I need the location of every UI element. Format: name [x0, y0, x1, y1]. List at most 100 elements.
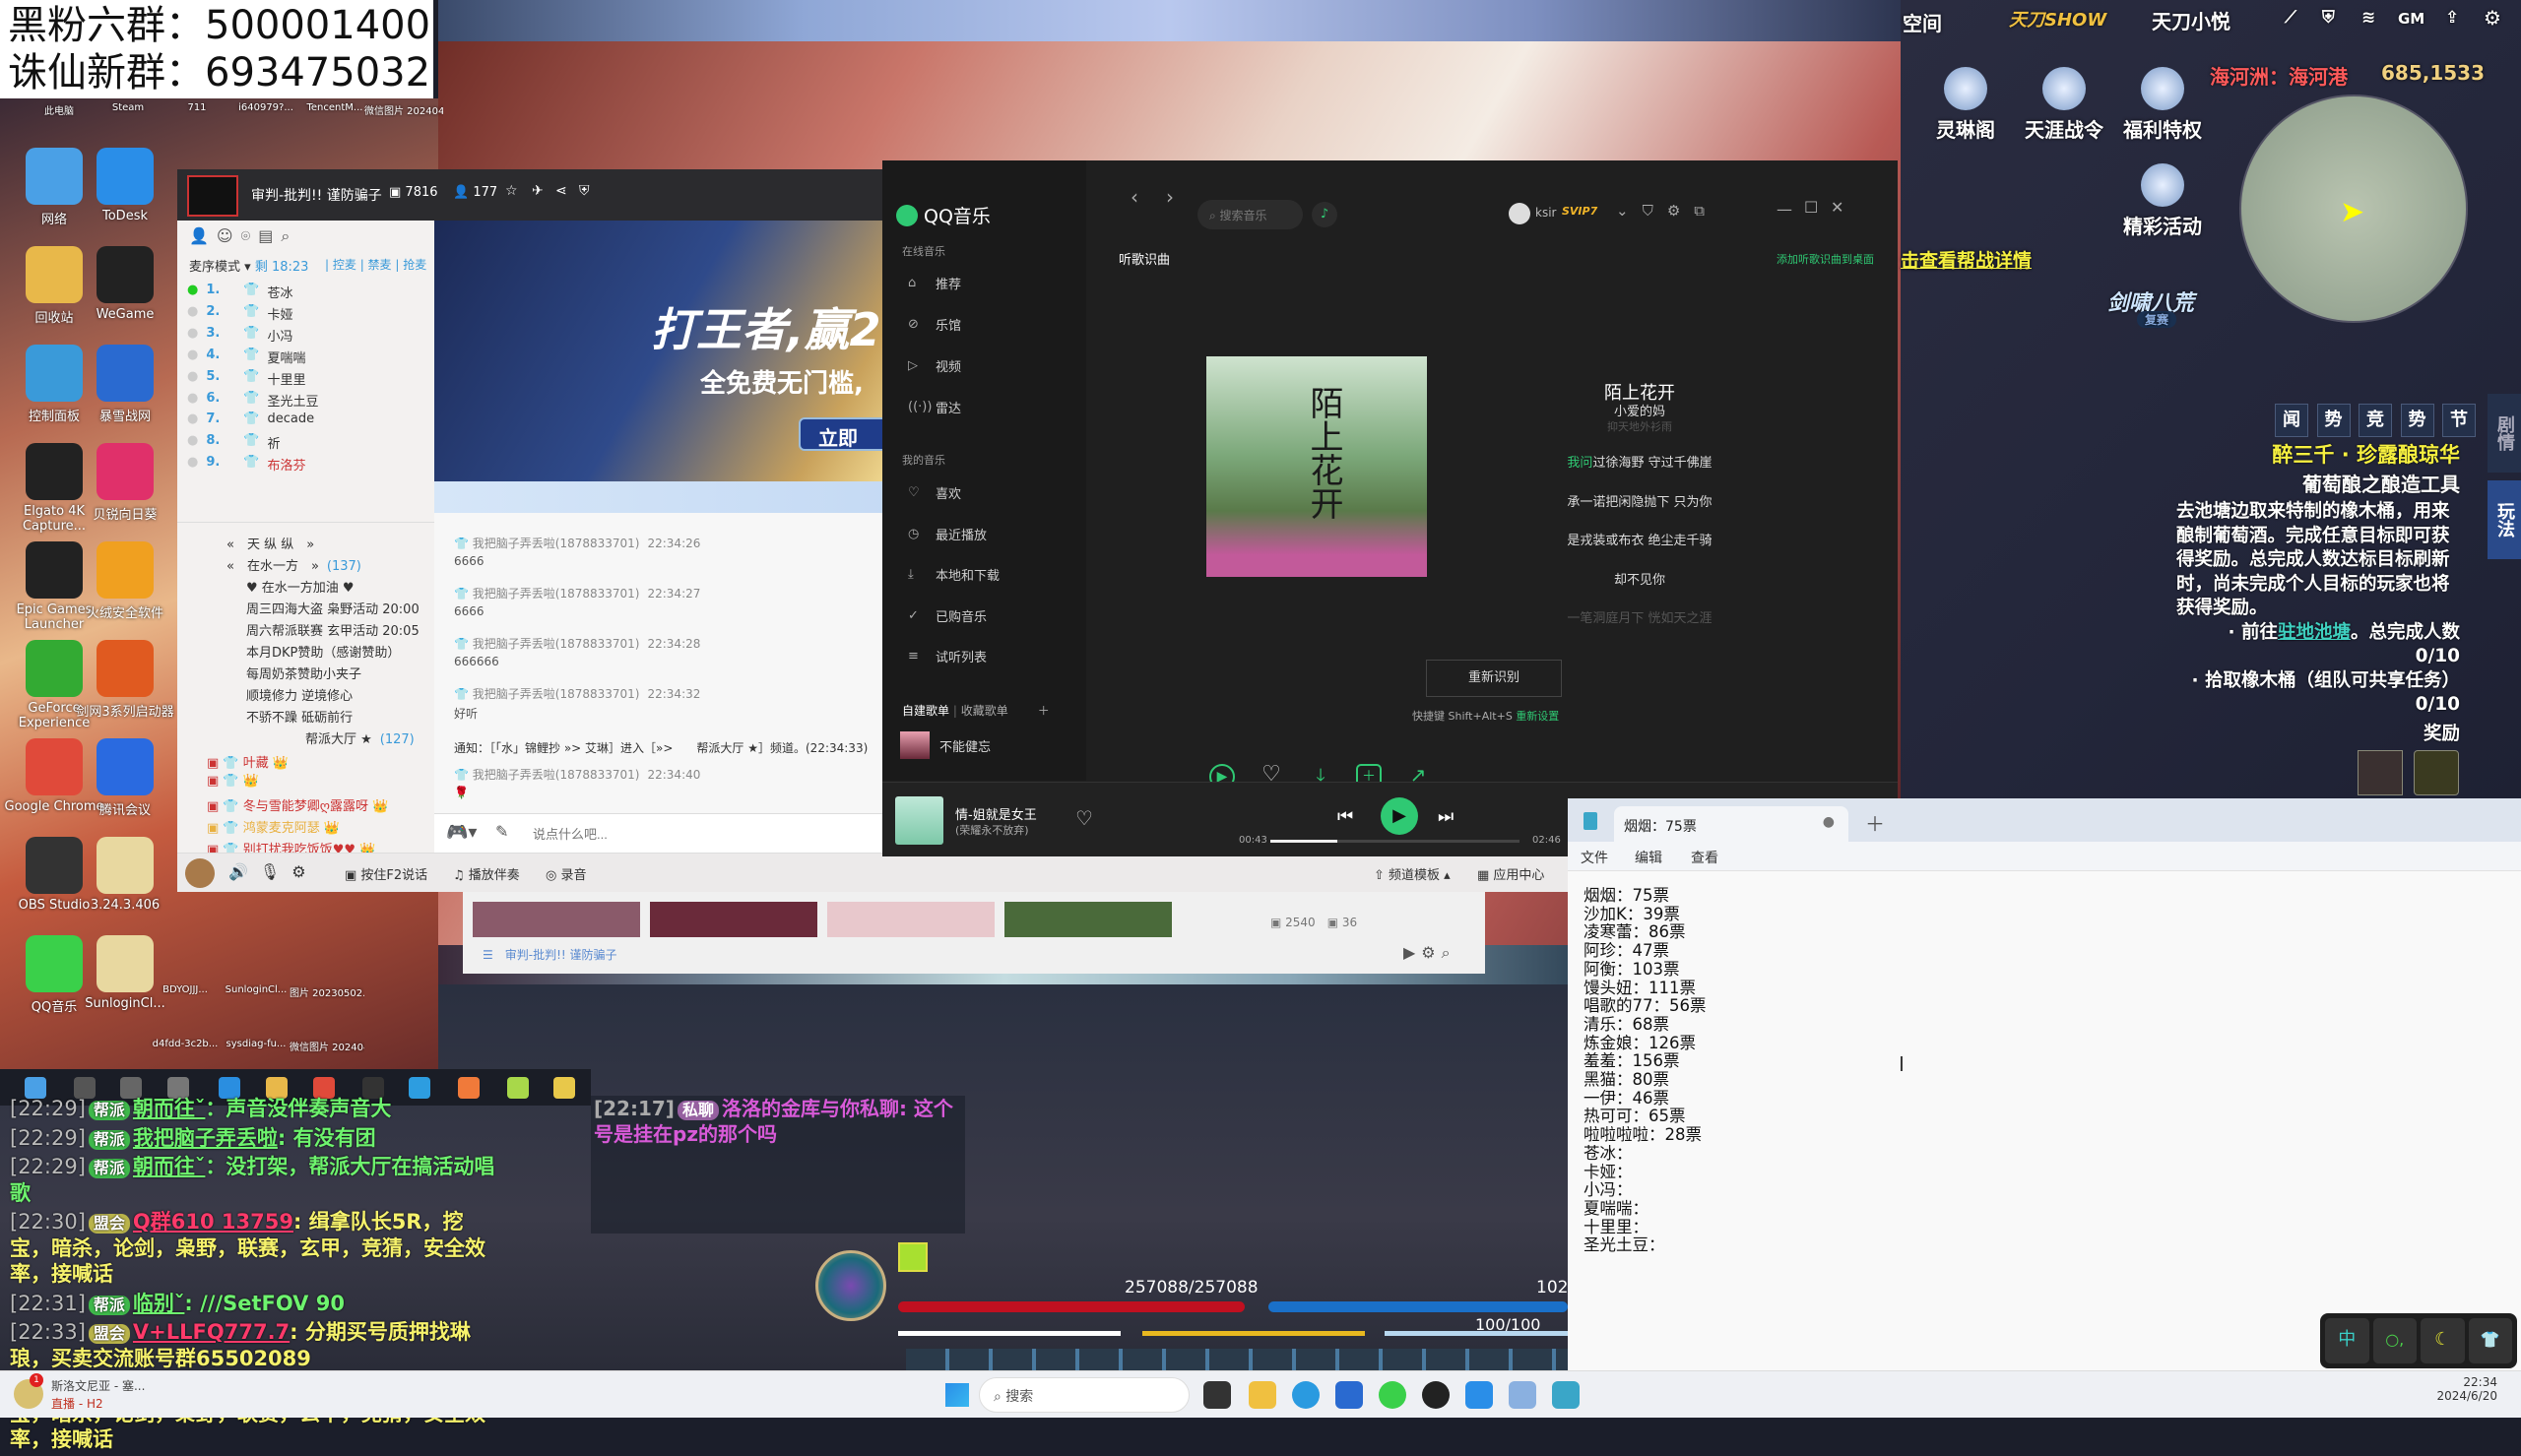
username[interactable]: ksir — [1535, 206, 1556, 220]
minimize-icon[interactable]: — — [1777, 200, 1792, 219]
menu-view[interactable]: 查看 — [1691, 848, 1718, 867]
chat-sender[interactable]: 朝而往ˇ — [133, 1155, 206, 1178]
channel-item[interactable]: « 在水一方 » (137) — [177, 555, 428, 574]
yy-taskbar-icon[interactable] — [553, 1077, 575, 1099]
ad-banner[interactable]: 打王者,赢2 全免费无门槛, 立即 — [434, 221, 887, 481]
taskbar-search[interactable]: ⌕ 搜索 — [979, 1377, 1190, 1413]
desktop-icon[interactable]: 贝锐向日葵 — [71, 443, 179, 523]
audio-controls[interactable]: 🔊🎙⚙ — [228, 862, 318, 881]
user-avatar[interactable] — [185, 858, 215, 888]
record-button[interactable]: ◎ 录音 — [546, 864, 587, 883]
qqmusic-taskbar-icon[interactable] — [507, 1077, 529, 1099]
sidebar-item-0[interactable]: ⌂ 推荐 — [908, 274, 961, 292]
channel-item[interactable]: 顺境修力 逆境修心 — [177, 685, 428, 704]
desktop-icon[interactable]: 暴雪战网 — [71, 345, 179, 424]
channel-item[interactable]: « 天 纵 纵 » — [177, 534, 428, 552]
start-icon[interactable] — [945, 1383, 969, 1407]
desktop-icon[interactable]: d4fdd-3c2b... — [148, 1039, 223, 1049]
task-view-icon[interactable] — [1203, 1381, 1231, 1409]
add-playlist-icon[interactable]: ＋ — [1038, 704, 1050, 718]
quest-tab-4[interactable]: 节 — [2442, 404, 2476, 437]
like-icon[interactable]: ♡ — [1075, 806, 1093, 830]
sidebar-item-mine-1[interactable]: ◷ 最近播放 — [908, 525, 987, 543]
quest-tab-1[interactable]: 势 — [2316, 404, 2351, 437]
recognize-music-icon[interactable]: ♪ — [1312, 202, 1337, 227]
desktop-icon[interactable]: BDYOJJJ... — [148, 984, 223, 995]
new-tab-button[interactable]: ＋ — [1865, 808, 1885, 837]
gm-button[interactable]: GM — [2398, 10, 2424, 28]
hud-menu-0[interactable]: 灵琳阁 — [1920, 67, 2011, 143]
sidebar-item-2[interactable]: ▷ 视频 — [908, 356, 961, 375]
quest-tab-3[interactable]: 势 — [2400, 404, 2434, 437]
sidebar-item-mine-0[interactable]: ♡ 喜欢 — [908, 483, 961, 502]
desktop-icon[interactable]: WeGame — [71, 246, 179, 322]
side-tab-gameplay[interactable]: 玩法 — [2488, 480, 2521, 559]
previous-icon[interactable]: ⏮ — [1337, 806, 1353, 827]
rerecognize-button[interactable]: 重新识别 — [1426, 660, 1562, 697]
channel-item[interactable]: 帮派大厅 ★ (127) — [177, 728, 428, 747]
chat-sender[interactable]: 朝而往ˇ — [133, 1097, 206, 1120]
mic-queue-item[interactable]: ● 6. 👕 圣光土豆 — [187, 391, 319, 410]
desktop-icon[interactable]: SunloginCl... — [71, 935, 179, 1011]
mic-queue-item[interactable]: ● 9. 👕 布洛芬 — [187, 455, 306, 474]
forward-icon[interactable]: › — [1166, 185, 1174, 209]
edge-icon[interactable] — [1292, 1381, 1320, 1409]
channel-item[interactable]: 周六帮派联赛 玄甲活动 20:05 — [177, 620, 428, 639]
channel-item[interactable]: ♥ 在水一方加油 ♥ — [177, 577, 428, 596]
hud-menu-2[interactable]: 福利特权 — [2117, 67, 2208, 143]
skill-bar[interactable] — [906, 1349, 1568, 1370]
mic-mode-select[interactable]: 麦序模式 ▾ 剩 18:23 — [189, 256, 308, 275]
mic-control-link[interactable]: 控麦 — [333, 258, 356, 272]
shield-icon[interactable]: ⛨ — [579, 183, 590, 199]
now-playing-title[interactable]: 情-姐就是女王 — [955, 804, 1037, 823]
desktop-icon[interactable]: TencentM... — [295, 102, 374, 113]
guild-war-link[interactable]: 击查看帮战详情 — [1901, 246, 2032, 273]
playlist-item[interactable]: 不能健忘 — [900, 731, 991, 759]
unsaved-dot-icon[interactable]: ● — [1823, 814, 1835, 830]
desktop-icon[interactable]: sysdiag-fu... — [219, 1039, 293, 1049]
panel-tool-icons[interactable]: 👤☺⌾▤⌕ — [189, 226, 297, 246]
desktop-icon[interactable]: Steam — [89, 102, 167, 113]
mic-queue-item[interactable]: ● 5. 👕 十里里 — [187, 369, 306, 388]
lower-tool-icons[interactable]: ▶⚙⌕ — [1403, 943, 1456, 963]
chat-sender[interactable]: 临别ˇ — [133, 1292, 185, 1315]
desktop-icon[interactable]: 微信图片 202404... — [364, 102, 443, 117]
channel-member[interactable]: ▣ 👕 鸿蒙麦克阿瑟 👑 — [207, 817, 340, 836]
brush-icon[interactable]: ⟋ — [2285, 8, 2296, 28]
mic-queue-item[interactable]: ● 2. 👕 卡娅 — [187, 304, 293, 323]
settings-icon[interactable]: ⚙ — [2484, 6, 2501, 30]
mic-grab-link[interactable]: 抢麦 — [403, 258, 426, 272]
store-icon[interactable] — [1335, 1381, 1363, 1409]
channel-template-button[interactable]: ⇧ 频道模板 ▴ — [1374, 864, 1451, 883]
ime-chinese-button[interactable]: 中 — [2325, 1318, 2369, 1363]
desktop-icon[interactable]: 微信图片 2024040... — [290, 1039, 364, 1053]
hud-menu-3[interactable]: 精彩活动 — [2117, 163, 2208, 239]
search-box[interactable]: ⌕ 搜索音乐 — [1197, 200, 1303, 229]
clock[interactable]: 22:34 2024/6/20 — [2436, 1375, 2497, 1403]
message-user[interactable]: 我把脑子弄丢啦(1878833701) — [473, 687, 640, 701]
play-pause-button[interactable]: ▶ — [1381, 797, 1418, 835]
news-title[interactable]: 斯洛文尼亚 - 塞... — [51, 1377, 145, 1394]
maximize-icon[interactable]: ☐ — [1804, 198, 1818, 217]
reward-item-coin[interactable] — [2414, 750, 2459, 795]
hud-space-button[interactable]: 空间 — [1903, 8, 1942, 36]
banner-button[interactable]: 立即 — [799, 417, 887, 451]
desktop-icon[interactable]: 图片 20230502... — [290, 984, 364, 999]
notepad-text-area[interactable]: 烟烟：75票 沙加K：39票 凌寒蕾：86票 阿珍：47票 阿衡：103票 馒头妞：111… — [1584, 886, 1707, 1255]
font-icon[interactable]: ✎ — [495, 822, 508, 841]
channel-item[interactable]: 周三四海大盗 枭野活动 20:00 — [177, 599, 428, 617]
channel-member[interactable]: ▣ 👕 叶藏 👑 — [207, 752, 289, 771]
plane-icon[interactable]: ✈ — [532, 183, 544, 199]
desktop-icon[interactable]: 腾讯会议 — [71, 738, 179, 818]
file-explorer-icon[interactable] — [1249, 1381, 1276, 1409]
ime-skin-button[interactable]: 👕 — [2468, 1318, 2512, 1363]
share-icon[interactable]: ⋖ — [555, 183, 567, 199]
menu-file[interactable]: 文件 — [1581, 848, 1608, 867]
upload-icon[interactable]: ⇪ — [2445, 8, 2459, 28]
close-icon[interactable]: ✕ — [1831, 198, 1843, 217]
message-user[interactable]: 我把脑子弄丢啦(1878833701) — [473, 768, 640, 782]
push-to-talk-button[interactable]: ▣ 按住F2说话 — [345, 864, 427, 883]
desktop-icon[interactable]: 剑网3系列启动器 — [71, 640, 179, 720]
tab-document[interactable]: 烟烟：75票 ● — [1614, 806, 1848, 842]
album[interactable]: 抑天地外衫雨 — [1497, 418, 1782, 434]
